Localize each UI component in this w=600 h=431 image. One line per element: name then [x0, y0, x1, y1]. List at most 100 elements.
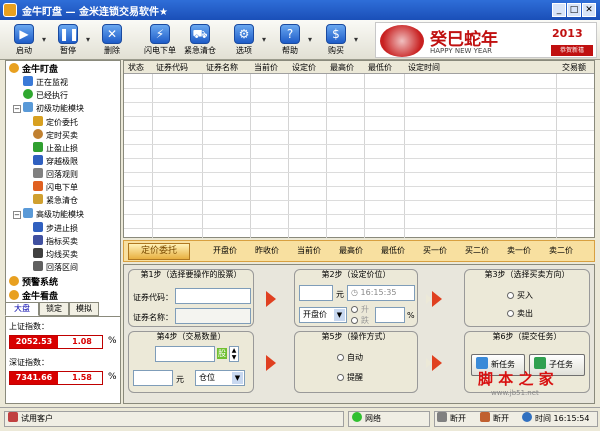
grid-row-line	[124, 172, 594, 173]
grid-row-line	[124, 102, 594, 103]
radio-auto[interactable]: 自动	[337, 352, 363, 363]
ask2-label: 卖二价	[549, 246, 573, 255]
radio-remind[interactable]: 提醒	[337, 372, 363, 383]
delete-button[interactable]: ✕ 删除	[94, 22, 130, 58]
purchase-button[interactable]: $ 购买	[318, 22, 354, 58]
amount-input[interactable]	[133, 370, 173, 386]
tree-root-alert[interactable]: 预警系统	[9, 276, 58, 289]
grid-row-line	[124, 116, 594, 117]
radio-buy[interactable]: 买入	[507, 290, 533, 301]
tree-item-executed[interactable]: 已经执行	[23, 89, 68, 102]
position-select[interactable]: 仓位 ▼	[195, 370, 245, 386]
status-bar: 试用客户 网络 断开 断开 时间 16:15:54	[0, 407, 600, 429]
tree-item-lightning[interactable]: 闪电下单	[33, 181, 78, 194]
task-grid[interactable]: 状态 证券代码 证券名称 当前价 设定价 最高价 最低价 设定时间 交易额	[123, 60, 595, 238]
banner-year: 2013	[552, 27, 583, 40]
radio-sell[interactable]: 卖出	[507, 308, 533, 319]
col-set-time[interactable]: 设定时间	[408, 62, 440, 73]
tree-item-pullback-range[interactable]: 回落区间	[33, 261, 78, 274]
tree-item-emergency[interactable]: 紧急清仓	[33, 194, 78, 207]
col-status[interactable]: 状态	[128, 62, 144, 73]
maximize-button[interactable]: □	[567, 3, 581, 17]
stock-name-label: 证券名称：	[133, 313, 173, 322]
tree-group-basic[interactable]: − 初级功能模块	[13, 102, 84, 115]
pause-button[interactable]: ❚❚ 暂停	[50, 22, 86, 58]
tree-item-timed-trade[interactable]: 定时买卖	[33, 129, 78, 142]
tree-root-monitor[interactable]: 金牛盯盘	[9, 63, 58, 76]
step3-box: 第3步（选择买卖方向） 买入 卖出	[464, 269, 590, 327]
snake-logo-icon	[380, 25, 424, 57]
lightning-icon	[33, 181, 43, 191]
tree-item-indicator[interactable]: 指标买卖	[33, 235, 78, 248]
radio-circle-icon	[507, 310, 514, 317]
collapse-icon[interactable]: −	[13, 105, 21, 113]
grid-row-line	[124, 88, 594, 89]
banner-subtitle: HAPPY NEW YEAR	[430, 47, 492, 55]
sh-index-box: 2052.53 1.08	[9, 335, 103, 349]
price-unit: 元	[336, 290, 344, 299]
line-chart-icon	[33, 248, 43, 258]
app-title: 金牛盯盘 — 金米连锁交易软件★	[22, 7, 168, 18]
emergency-clear-button[interactable]: ⛟ 紧急清仓	[182, 22, 218, 58]
chevron-down-icon: ▼	[232, 372, 243, 384]
fixed-price-order-button[interactable]: 定价委托	[128, 243, 190, 260]
high-price-label: 最高价	[339, 246, 363, 255]
title-bar: 金牛盯盘 — 金米连锁交易软件★ _ □ ✕	[0, 0, 600, 20]
tab-simulate[interactable]: 模拟	[69, 302, 99, 316]
minimize-button[interactable]: _	[552, 3, 566, 17]
start-dropdown-arrow[interactable]: ▾	[42, 35, 46, 44]
tab-market[interactable]: 大盘	[5, 302, 39, 316]
col-set-price[interactable]: 设定价	[292, 62, 316, 73]
tree-group-advanced[interactable]: − 高级功能模块	[13, 208, 84, 221]
price-type-select[interactable]: 开盘价 ▼	[299, 307, 347, 323]
tree-item-pullback[interactable]: 回落观则	[33, 168, 78, 181]
col-code[interactable]: 证券代码	[156, 62, 188, 73]
stock-code-input[interactable]	[175, 288, 251, 304]
col-current[interactable]: 当前价	[254, 62, 278, 73]
options-dropdown-arrow[interactable]: ▾	[262, 35, 266, 44]
disconnect-icon	[480, 412, 490, 422]
bid1-label: 买一价	[423, 246, 447, 255]
share-qty-stepper[interactable]: ▲ ▼	[229, 346, 239, 362]
module-icon	[23, 102, 33, 112]
collapse-icon[interactable]: −	[13, 211, 21, 219]
grid-row-line	[124, 144, 594, 145]
step2-title: 第2步（设定价位）	[321, 270, 391, 279]
pause-dropdown-arrow[interactable]: ▾	[86, 35, 90, 44]
stock-name-field	[175, 308, 251, 324]
start-button[interactable]: ▶ 启动	[6, 22, 42, 58]
pct-input[interactable]	[375, 307, 405, 323]
share-qty-input[interactable]	[155, 346, 215, 362]
options-button[interactable]: ⚙ 选项	[226, 22, 262, 58]
tree-item-fixed-price[interactable]: 定价委托	[33, 116, 78, 129]
range-icon	[33, 261, 43, 271]
close-button[interactable]: ✕	[582, 3, 596, 17]
module-icon	[23, 208, 33, 218]
lightning-order-button[interactable]: ⚡ 闪电下单	[142, 22, 178, 58]
tree-item-monitoring[interactable]: 正在监视	[23, 76, 68, 89]
radio-down[interactable]: 跌	[351, 315, 369, 326]
help-button[interactable]: ? 帮助	[272, 22, 308, 58]
help-dropdown-arrow[interactable]: ▾	[308, 35, 312, 44]
radio-up[interactable]: 升	[351, 304, 369, 315]
tree-item-stop-loss[interactable]: 止盈止损	[33, 142, 78, 155]
col-name[interactable]: 证券名称	[206, 62, 238, 73]
col-amount[interactable]: 交易额	[562, 62, 586, 73]
status-panel-user	[4, 411, 344, 427]
tree-item-cross-limit[interactable]: 穿越极限	[33, 155, 78, 168]
time-input[interactable]: ◷ 16:15:35	[347, 285, 415, 301]
col-high[interactable]: 最高价	[330, 62, 354, 73]
stock-code-label: 证券代码：	[133, 293, 173, 302]
col-low[interactable]: 最低价	[368, 62, 392, 73]
tab-locked[interactable]: 锁定	[39, 302, 69, 316]
tree-item-moving-avg[interactable]: 均线买卖	[33, 248, 78, 261]
tree-item-step-stop[interactable]: 步进止损	[33, 222, 78, 235]
sh-index-label: 上证指数：	[9, 322, 49, 331]
grid-row-line	[124, 200, 594, 201]
purchase-dropdown-arrow[interactable]: ▾	[354, 35, 358, 44]
site-watermark: 脚 本 之 家	[478, 370, 554, 388]
step3-title: 第3步（选择买卖方向）	[484, 270, 570, 279]
toggle-connection[interactable]: 断开	[480, 412, 509, 426]
grid-row-line	[124, 186, 594, 187]
price-input[interactable]	[299, 285, 333, 301]
